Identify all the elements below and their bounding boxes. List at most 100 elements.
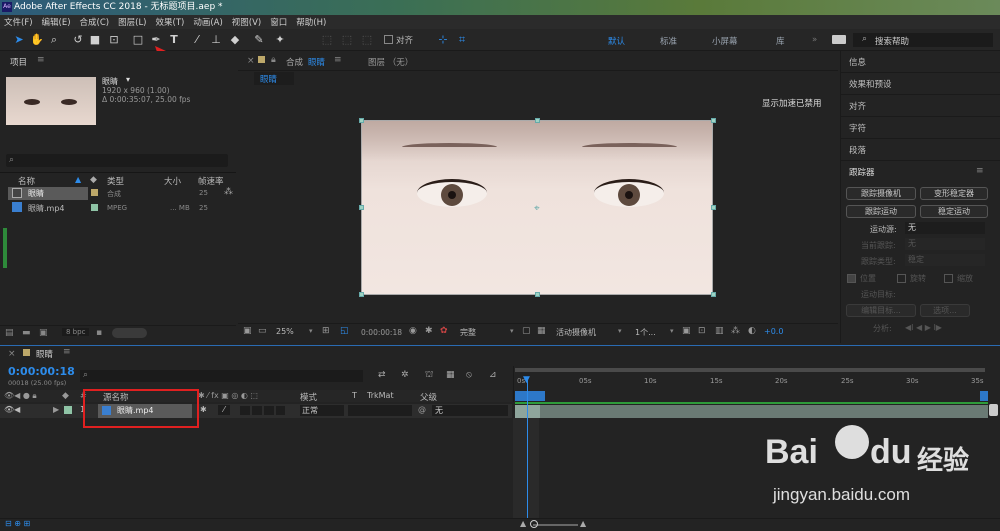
new-folder-icon[interactable]: ▬ <box>22 328 31 338</box>
zoom-in-icon[interactable]: ▲ <box>580 519 586 528</box>
pan-behind-tool-icon[interactable]: ⊡ <box>107 33 121 47</box>
toggle-switches-icon[interactable]: ⊟ ⊕ ⊞ <box>5 519 30 528</box>
workspace-small-screen[interactable]: 小屏幕 <box>712 35 738 47</box>
label-color-swatch[interactable] <box>64 406 72 414</box>
help-search-box[interactable] <box>853 33 993 47</box>
warp-stabilizer-button[interactable]: 变形稳定器 <box>920 187 988 200</box>
parent-pick-whip-icon[interactable]: @ <box>418 405 426 414</box>
menu-view[interactable]: 视图(V) <box>232 16 261 28</box>
transform-handle[interactable] <box>711 118 716 123</box>
col-trkmat[interactable]: TrkMat <box>367 391 394 400</box>
label-color-swatch[interactable] <box>91 189 98 196</box>
paragraph-tab[interactable]: 段落 <box>849 144 866 156</box>
fast-previews-icon[interactable]: ⊡ <box>698 326 706 336</box>
navigator-bar[interactable] <box>515 368 985 372</box>
chevron-down-icon[interactable]: ▾ <box>670 327 674 335</box>
libraries-icon[interactable] <box>832 35 846 44</box>
comp-subtab[interactable]: 眼睛 <box>254 72 294 85</box>
visibility-eye-icon[interactable]: 👁︎◀ <box>4 405 20 414</box>
col-t[interactable]: T <box>352 391 357 400</box>
resolution-select[interactable]: 完整 <box>460 327 476 338</box>
panel-menu-icon[interactable]: ≡ <box>976 166 984 176</box>
camera-select[interactable]: 活动摄像机 <box>556 327 596 338</box>
axis-view-icon[interactable]: ⬚ <box>360 33 374 47</box>
scrollbar[interactable] <box>3 228 7 268</box>
item-dropdown-icon[interactable]: ▾ <box>126 75 130 84</box>
timeline-toggle-icon[interactable]: ▥ <box>715 326 724 336</box>
motion-source-select[interactable]: 无 <box>905 222 985 234</box>
help-search-input[interactable]: 搜索帮助 <box>875 35 909 47</box>
zoom-tool-icon[interactable]: ⌕ <box>47 33 61 47</box>
mode-select[interactable]: 正常 <box>300 405 344 416</box>
zoom-select[interactable]: 25% <box>276 327 294 336</box>
preview-toggle-icon[interactable]: ▣ <box>243 326 252 336</box>
mask-visibility-icon[interactable]: ◱ <box>340 326 349 336</box>
lock-icon[interactable]: 🔒︎ <box>271 55 276 65</box>
axis-world-icon[interactable]: ⬚ <box>340 33 354 47</box>
work-area-end[interactable] <box>980 391 988 401</box>
workspace-overflow-icon[interactable]: » <box>812 35 817 45</box>
new-comp-icon[interactable]: ▣ <box>39 328 48 338</box>
panel-menu-icon[interactable]: ≡ <box>334 55 342 65</box>
comp-tab-prefix[interactable]: 合成 <box>286 56 303 68</box>
expand-arrow-icon[interactable]: ▶ <box>53 405 59 414</box>
shy-icon[interactable]: ⛫ <box>425 370 433 381</box>
collapse-switch-icon[interactable]: ✱ <box>200 405 207 414</box>
edit-target-button[interactable]: 编辑目标... <box>846 304 916 317</box>
chevron-down-icon[interactable]: ▾ <box>618 327 622 335</box>
transform-handle[interactable] <box>359 292 364 297</box>
rectangle-tool-icon[interactable]: □ <box>131 33 145 47</box>
clone-stamp-tool-icon[interactable]: ⊥ <box>209 33 223 47</box>
flowchart-icon[interactable]: ⁂ <box>731 326 740 336</box>
track-type-select[interactable]: 稳定 <box>905 254 985 266</box>
snap-expand-icon[interactable]: ⌗ <box>455 33 469 47</box>
eraser-tool-icon[interactable]: ◆ <box>228 33 242 47</box>
menu-layer[interactable]: 图层(L) <box>118 16 146 28</box>
snap-checkbox[interactable] <box>384 35 393 44</box>
playhead-line[interactable] <box>527 379 528 519</box>
graph-editor-icon[interactable]: ⊿ <box>489 370 497 380</box>
project-row-name[interactable]: 眼睛.mp4 <box>28 203 65 214</box>
snap-grid-icon[interactable]: ⊹ <box>436 33 450 47</box>
transform-handle[interactable] <box>711 292 716 297</box>
axis-local-icon[interactable]: ⬚ <box>320 33 334 47</box>
roto-brush-tool-icon[interactable]: ✎ <box>252 33 266 47</box>
monitor-icon[interactable]: ▭ <box>258 326 267 336</box>
frame-blending-icon[interactable]: ▦ <box>446 370 455 380</box>
anchor-point-icon[interactable]: ⌖ <box>534 203 540 214</box>
exposure-value[interactable]: +0.0 <box>764 327 783 336</box>
puppet-tool-icon[interactable]: ✦ <box>273 33 287 47</box>
menu-effect[interactable]: 效果(T) <box>156 16 185 28</box>
workspace-default[interactable]: 默认 <box>608 35 625 47</box>
timeline-timecode[interactable]: 0:00:00:18 <box>8 365 75 378</box>
character-tab[interactable]: 字符 <box>849 122 866 134</box>
zoom-out-icon[interactable]: ▲ <box>520 519 526 528</box>
interpret-footage-icon[interactable]: ▤ <box>5 328 14 338</box>
close-icon[interactable]: × <box>8 349 16 359</box>
rotate-tool-icon[interactable]: ↺ <box>71 33 85 47</box>
align-tab[interactable]: 对齐 <box>849 100 866 112</box>
safe-area-icon[interactable]: ⊞ <box>322 326 330 336</box>
menu-window[interactable]: 窗口 <box>270 16 287 28</box>
flowchart-icon[interactable]: ⁂ <box>224 187 233 197</box>
layer-tab[interactable]: 图层 （无） <box>368 56 413 68</box>
menu-animation[interactable]: 动画(A) <box>193 16 222 28</box>
comp-mini-flowchart-icon[interactable]: ⇄ <box>378 370 386 380</box>
position-checkbox[interactable] <box>847 274 856 283</box>
col-fps[interactable]: 帧速率 <box>198 175 224 187</box>
zoom-slider[interactable] <box>533 524 578 526</box>
work-area-start[interactable] <box>515 391 545 401</box>
show-snapshot-icon[interactable]: ✱ <box>425 326 433 336</box>
comp-tab-name[interactable]: 眼睛 <box>308 56 325 68</box>
layer-end-marker[interactable] <box>989 404 998 416</box>
toggle-pixel-aspect-icon[interactable]: ▣ <box>682 326 691 336</box>
hand-tool-icon[interactable]: ✋ <box>30 33 44 47</box>
selection-tool-icon[interactable]: ➤ <box>12 33 26 47</box>
close-icon[interactable]: × <box>247 56 255 66</box>
layer-switch-cells[interactable] <box>240 406 285 415</box>
bpc-button[interactable]: 8 bpc <box>62 328 90 336</box>
col-name[interactable]: 名称 <box>18 175 35 187</box>
col-size[interactable]: 大小 <box>164 175 181 187</box>
label-color-swatch[interactable] <box>91 204 98 211</box>
region-of-interest-icon[interactable]: ▢ <box>522 326 531 336</box>
